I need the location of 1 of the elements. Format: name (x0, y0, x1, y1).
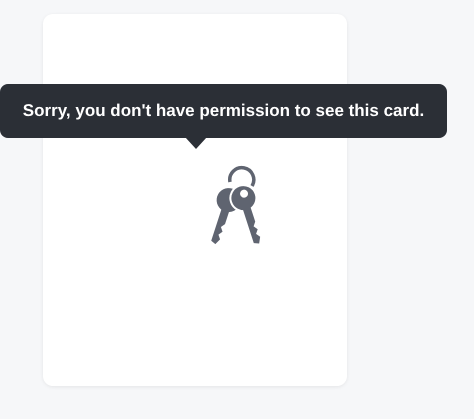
tooltip-text: Sorry, you don't have permission to see this card. (22, 101, 424, 121)
